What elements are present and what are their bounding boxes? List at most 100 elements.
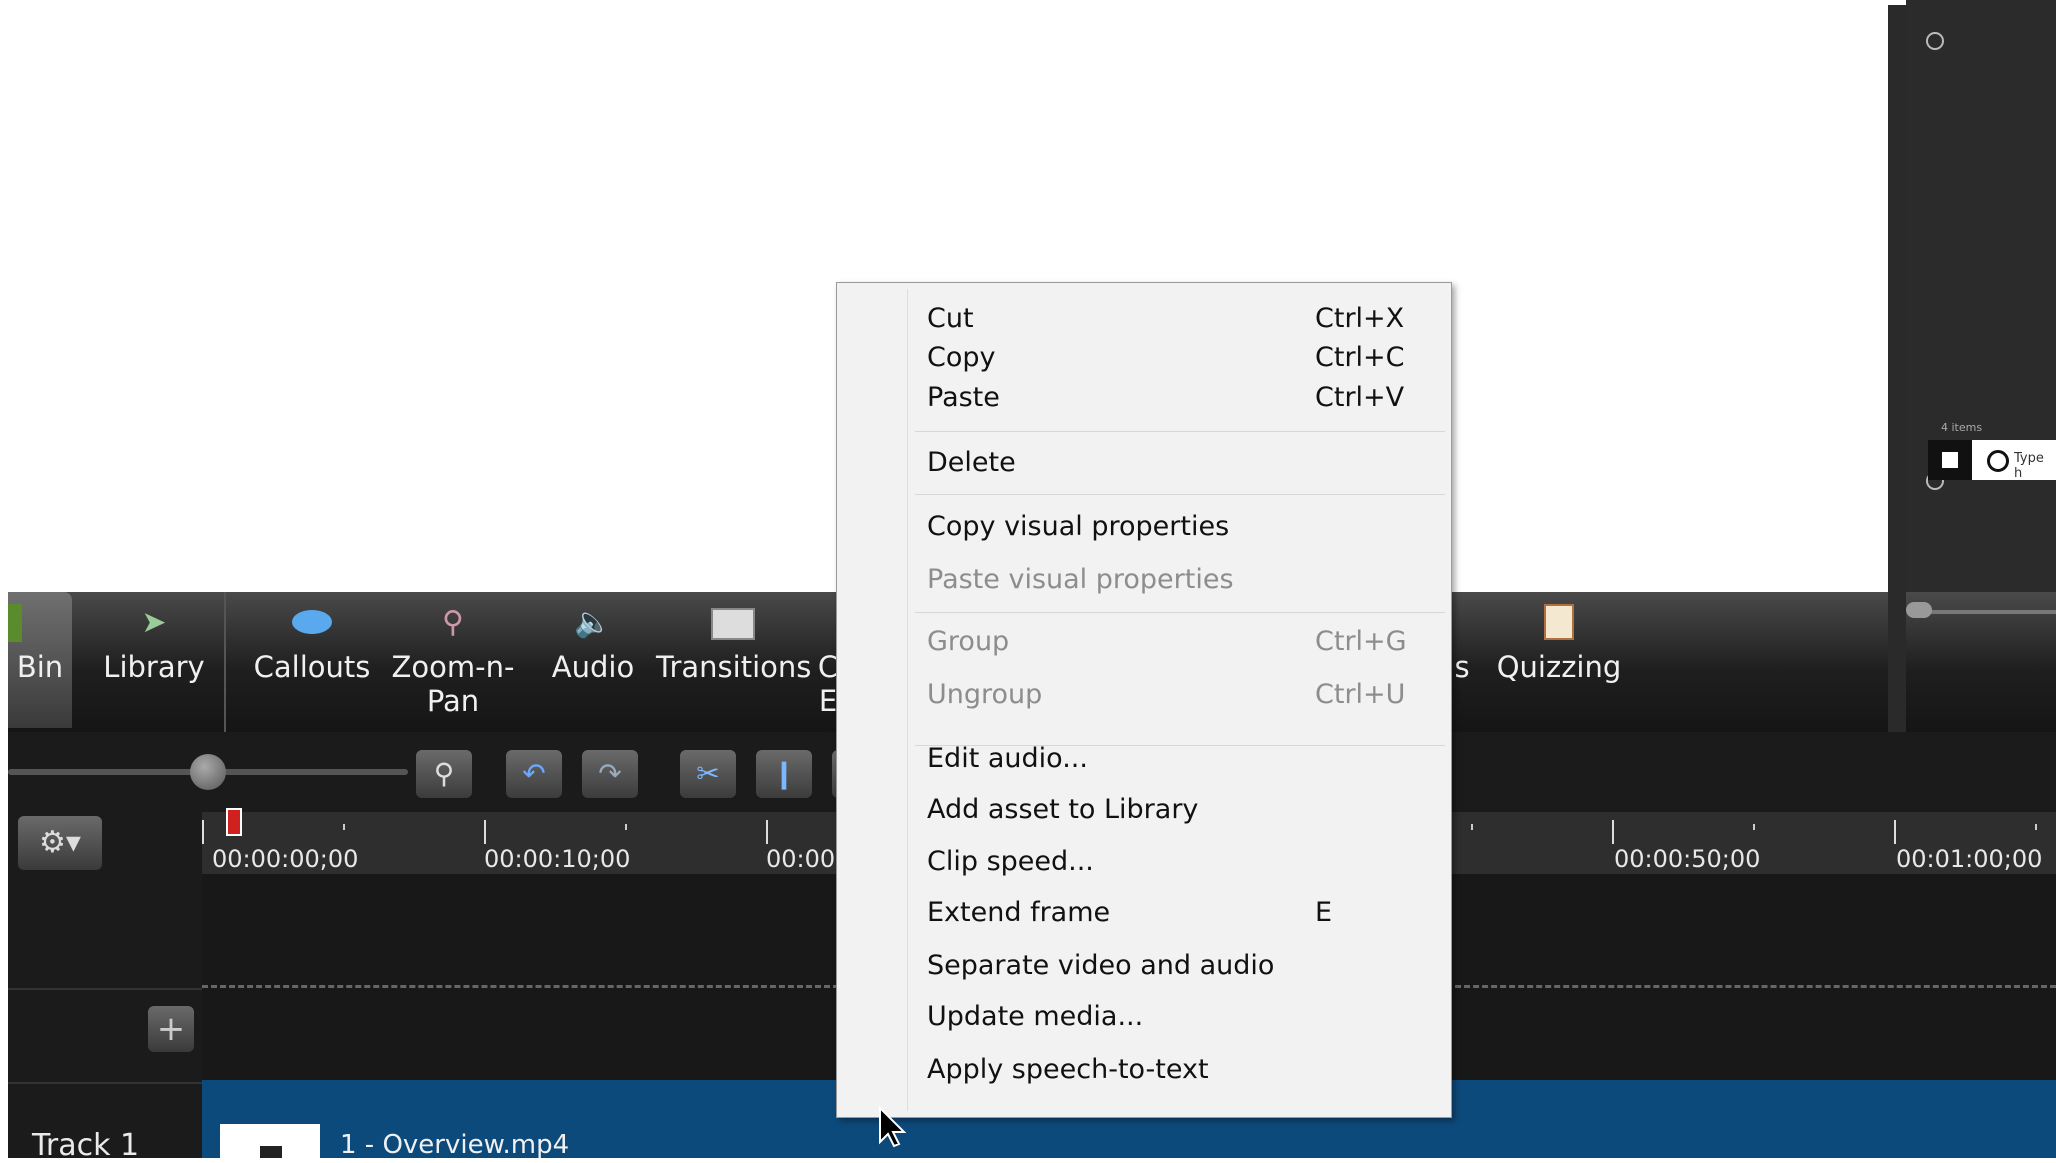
- ruler-timecode: 00:00:50;00: [1614, 845, 1761, 873]
- cut-button[interactable]: ✂: [680, 750, 736, 798]
- tool-separator: [224, 592, 226, 732]
- preview-side-panel: [1906, 0, 2056, 592]
- menu-item-update-media[interactable]: Update media...: [927, 994, 1437, 1040]
- menu-item-add-asset-to-library[interactable]: Add asset to Library: [927, 787, 1437, 833]
- ruler-major-tick: [202, 820, 204, 844]
- tab-bin[interactable]: Bin: [8, 592, 72, 728]
- track-divider: [8, 1082, 202, 1084]
- ruler-minor-tick: [1471, 824, 1473, 830]
- tab-library-label: Library: [103, 650, 205, 684]
- menu-item-label: Edit audio...: [927, 743, 1088, 774]
- menu-item-delete[interactable]: Delete: [927, 440, 1437, 486]
- ruler-major-tick: [1894, 820, 1896, 844]
- tab-zoom-n-pan-label-1: Zoom-n-: [391, 650, 515, 684]
- undo-button[interactable]: ↶: [506, 750, 562, 798]
- ruler-minor-tick: [343, 824, 345, 830]
- undo-icon: ↶: [522, 757, 546, 790]
- menu-item-label: Paste visual properties: [927, 564, 1234, 595]
- menu-item-label: Clip speed...: [927, 846, 1094, 877]
- menu-item-paste-visual-properties[interactable]: Paste visual properties: [927, 557, 1437, 603]
- menu-item-shortcut: Ctrl+G: [1315, 626, 1407, 657]
- menu-item-label: Cut: [927, 303, 974, 334]
- menu-separator: [915, 612, 1445, 613]
- timeline-settings-button[interactable]: ⚙▾: [18, 816, 102, 870]
- cortana-circle-icon: [1987, 450, 2009, 472]
- bin-icon: [8, 604, 22, 642]
- menu-item-label: Copy visual properties: [927, 511, 1230, 542]
- mini-taskbar-preview: Type h: [1928, 440, 2056, 481]
- tab-partial-right-label: s: [1454, 650, 1470, 684]
- menu-item-label: Group: [927, 626, 1010, 657]
- ruler-minor-tick: [1753, 824, 1755, 830]
- menu-item-ungroup[interactable]: Ungroup Ctrl+U: [927, 672, 1437, 718]
- menu-item-copy-visual-properties[interactable]: Copy visual properties: [927, 504, 1437, 550]
- redo-button[interactable]: ↷: [582, 750, 638, 798]
- menu-item-label: Ungroup: [927, 679, 1043, 710]
- add-track-button[interactable]: +: [148, 1006, 194, 1052]
- tab-bin-label: Bin: [16, 650, 64, 684]
- tab-callouts-label: Callouts: [253, 650, 371, 684]
- tab-quizzing[interactable]: Quizzing: [1494, 592, 1624, 684]
- menu-item-shortcut: Ctrl+V: [1315, 382, 1405, 413]
- ruler-minor-tick: [625, 824, 627, 830]
- quiz-icon: [1539, 604, 1579, 642]
- menu-item-label: Separate video and audio: [927, 950, 1275, 981]
- menu-item-label: Paste: [927, 382, 1000, 413]
- menu-item-label: Delete: [927, 447, 1016, 478]
- tab-transitions-label: Transitions: [656, 650, 812, 684]
- plus-icon: +: [156, 1009, 186, 1049]
- tab-partial-right[interactable]: s: [1452, 592, 1472, 684]
- gear-icon: ⚙▾: [39, 825, 81, 860]
- playhead[interactable]: [226, 808, 242, 836]
- menu-item-label: Add asset to Library: [927, 794, 1199, 825]
- tab-audio[interactable]: 🔈 Audio: [538, 592, 648, 684]
- library-icon: ➤: [141, 605, 167, 640]
- tab-callouts[interactable]: Callouts: [244, 592, 380, 684]
- transitions-icon: [711, 604, 755, 642]
- ruler-timecode: 00:00:00;00: [212, 845, 359, 873]
- zoom-fit-button[interactable]: ⚲: [416, 750, 472, 798]
- menu-item-clip-speed[interactable]: Clip speed...: [927, 839, 1437, 885]
- preview-scrub-knob[interactable]: [1906, 602, 1932, 618]
- clip-name: 1 - Overview.mp4: [340, 1130, 570, 1160]
- ruler-timecode: 00:01:00;00: [1896, 845, 2043, 873]
- menu-item-edit-audio[interactable]: Edit audio...: [927, 736, 1437, 782]
- menu-item-extend-frame[interactable]: Extend frame E: [927, 890, 1437, 936]
- tab-quizzing-label: Quizzing: [1496, 650, 1622, 684]
- tab-partial-label-2: E: [818, 684, 838, 718]
- ruler-major-tick: [766, 820, 768, 844]
- ruler-major-tick: [1612, 820, 1614, 844]
- menu-item-paste[interactable]: Paste Ctrl+V: [927, 375, 1437, 421]
- track-divider: [8, 988, 202, 990]
- split-button[interactable]: ❙: [756, 750, 812, 798]
- menu-item-apply-speech-to-text[interactable]: Apply speech-to-text: [927, 1047, 1437, 1093]
- menu-item-label: Update media...: [927, 1001, 1144, 1032]
- resize-handle-top[interactable]: [1926, 32, 1944, 50]
- menu-item-shortcut: E: [1315, 897, 1333, 928]
- timeline-zoom-knob[interactable]: [190, 754, 226, 790]
- ruler-major-tick: [484, 820, 486, 844]
- redo-icon: ↷: [598, 757, 622, 790]
- menu-item-separate-video-and-audio[interactable]: Separate video and audio: [927, 943, 1437, 989]
- ruler-minor-tick: [2035, 824, 2037, 830]
- tab-audio-label: Audio: [551, 650, 635, 684]
- context-menu: Cut Ctrl+X Copy Ctrl+C Paste Ctrl+V Dele…: [836, 282, 1452, 1118]
- hidden-tab-right-icon: [1452, 604, 1492, 642]
- mini-search-text: Type h: [2014, 451, 2044, 481]
- mini-preview-label: 4 items: [1941, 421, 1983, 434]
- panel-divider[interactable]: [1888, 5, 1906, 733]
- menu-item-label: Extend frame: [927, 897, 1111, 928]
- menu-item-label: Copy: [927, 342, 996, 373]
- speaker-icon: 🔈: [574, 605, 612, 640]
- tab-library[interactable]: ➤ Library: [84, 592, 224, 684]
- speech-bubble-icon: [292, 604, 332, 642]
- preview-controls-strip: [1906, 592, 2056, 732]
- menu-icon-gutter: [907, 289, 908, 1111]
- tab-transitions[interactable]: Transitions: [656, 592, 811, 684]
- tab-zoom-n-pan[interactable]: ⚲ Zoom-n- Pan: [388, 592, 518, 718]
- menu-item-label: Apply speech-to-text: [927, 1054, 1209, 1085]
- menu-item-group[interactable]: Group Ctrl+G: [927, 619, 1437, 665]
- magnifier-icon: ⚲: [442, 605, 464, 640]
- preview-scrub-track[interactable]: [1918, 610, 2056, 614]
- clip-thumbnail: [220, 1124, 320, 1158]
